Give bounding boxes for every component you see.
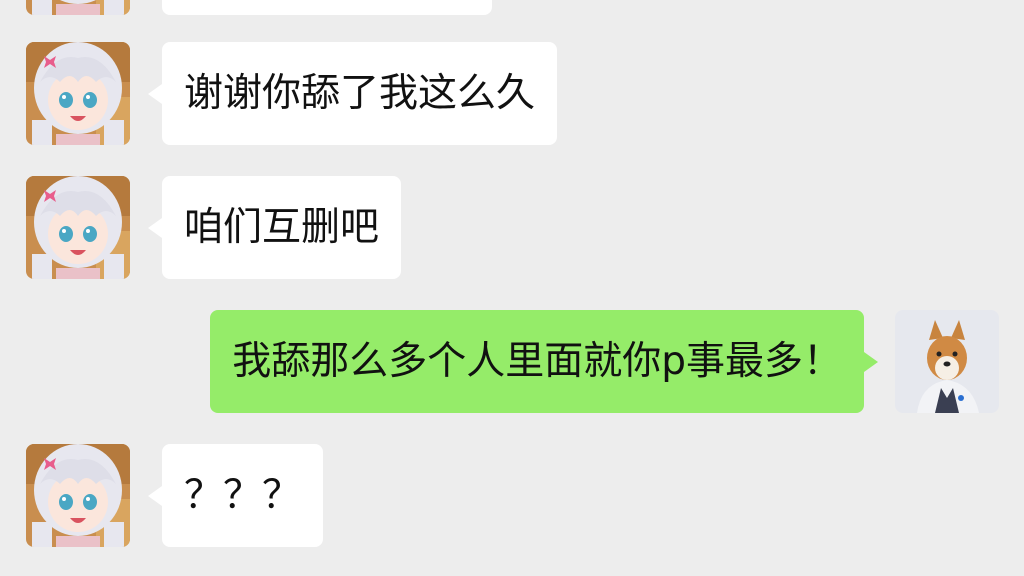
message-bubble[interactable]: ？？？ xyxy=(148,444,324,547)
message-text: ？？？ xyxy=(184,473,302,518)
message-bubble[interactable]: 谢谢你舔了我这么久 xyxy=(148,42,558,145)
bubble-tail xyxy=(864,352,878,372)
anime-girl-avatar[interactable] xyxy=(26,42,130,145)
message-bubble[interactable] xyxy=(162,0,492,15)
message-bubble[interactable]: 咱们互删吧 xyxy=(148,176,402,279)
bubble-tail xyxy=(148,84,162,104)
message-text: 咱们互删吧 xyxy=(184,205,380,250)
anime-girl-avatar[interactable] xyxy=(26,0,130,15)
anime-girl-avatar[interactable] xyxy=(26,176,130,279)
anime-girl-avatar[interactable] xyxy=(26,444,130,547)
bubble-tail xyxy=(148,218,162,238)
message-text: 谢谢你舔了我这么久 xyxy=(184,71,536,116)
message-bubble[interactable]: 我舔那么多个人里面就你p事最多！ xyxy=(210,310,878,413)
bubble-tail xyxy=(148,486,162,506)
shiba-dog-avatar[interactable] xyxy=(895,310,999,413)
chat-message-list[interactable]: 谢谢你舔了我这么久 咱们互删吧 我舔那么多个人里面就你p事最多！ ？？？ xyxy=(0,0,1024,576)
message-text: 我舔那么多个人里面就你p事最多！ xyxy=(232,339,842,384)
